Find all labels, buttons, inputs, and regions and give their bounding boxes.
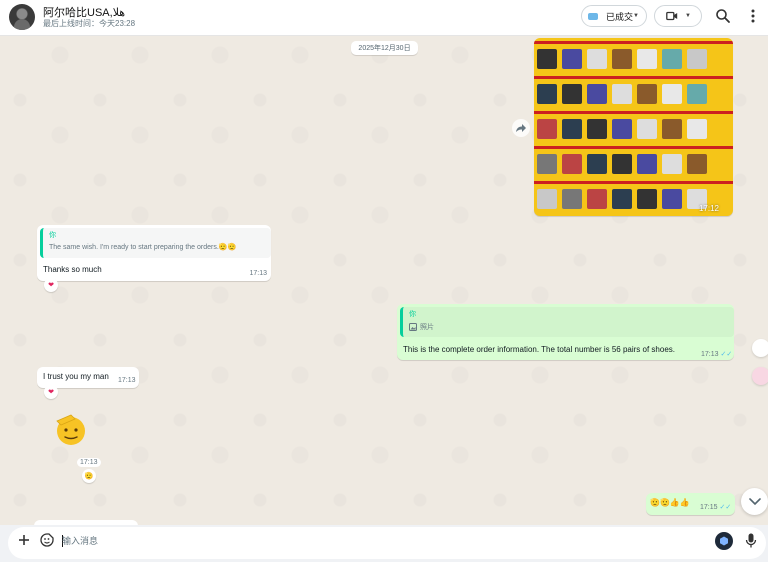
shoe-thumbnail bbox=[662, 49, 682, 69]
outgoing-message[interactable]: 🫡🫡👍👍 17:15 ✓✓ bbox=[646, 493, 735, 515]
quoted-message[interactable]: 你 照片 bbox=[400, 307, 734, 337]
shoe-thumbnail bbox=[537, 119, 557, 139]
quoted-message[interactable]: 你 The same wish. I'm ready to start prep… bbox=[40, 228, 271, 258]
image-row bbox=[534, 76, 733, 111]
shoe-thumbnail bbox=[612, 189, 632, 209]
ai-assistant-button[interactable] bbox=[715, 532, 733, 550]
shoe-thumbnail bbox=[637, 119, 657, 139]
image-row bbox=[534, 111, 733, 146]
shoe-thumbnail bbox=[537, 154, 557, 174]
deal-status-label: 已成交 bbox=[606, 11, 634, 22]
message-time: 17:13 ✓✓ bbox=[701, 350, 732, 358]
time-label: 17:13 bbox=[701, 351, 719, 358]
deal-status-dropdown[interactable]: 已成交 ▼ bbox=[581, 5, 647, 27]
read-ticks-icon: ✓✓ bbox=[719, 504, 732, 511]
shoe-thumbnail bbox=[537, 49, 557, 69]
quote-text: 照片 bbox=[420, 324, 434, 331]
read-ticks-icon: ✓✓ bbox=[720, 351, 733, 358]
message-text: I trust you my man bbox=[43, 372, 109, 381]
message-time: 17:15 ✓✓ bbox=[700, 503, 731, 511]
sticker-icon[interactable] bbox=[40, 533, 54, 547]
incoming-message[interactable]: 你 The same wish. I'm ready to start prep… bbox=[37, 225, 271, 281]
shoe-thumbnail bbox=[612, 84, 632, 104]
forward-button[interactable] bbox=[512, 119, 530, 137]
message-time: 17:13 bbox=[118, 377, 136, 384]
message-input[interactable] bbox=[62, 534, 702, 548]
message-text: This is the complete order information. … bbox=[403, 345, 675, 354]
video-camera-icon bbox=[666, 11, 678, 21]
message-text: Thanks so much bbox=[43, 265, 102, 274]
image-row bbox=[534, 41, 733, 76]
emoji-reaction[interactable]: 🫡 bbox=[82, 469, 96, 483]
shoe-thumbnail bbox=[537, 84, 557, 104]
search-icon[interactable] bbox=[715, 8, 731, 24]
date-divider: 2025年12月30日 bbox=[351, 41, 418, 55]
chevron-down-icon: ▼ bbox=[685, 13, 691, 19]
chevron-down-icon bbox=[748, 497, 761, 505]
microphone-icon[interactable] bbox=[745, 533, 757, 548]
saluting-face-icon[interactable] bbox=[53, 411, 89, 447]
shoe-thumbnail bbox=[562, 119, 582, 139]
quick-action-button[interactable] bbox=[752, 339, 768, 357]
shoe-thumbnail bbox=[562, 49, 582, 69]
shoe-thumbnail bbox=[612, 119, 632, 139]
shoe-thumbnail bbox=[687, 49, 707, 69]
shoe-thumbnail bbox=[612, 49, 632, 69]
chat-header: 阿尔哈比USA,هلا 最后上线时间：今天23:28 已成交 ▼ ▼ bbox=[0, 0, 768, 36]
shoe-thumbnail bbox=[662, 84, 682, 104]
shoe-thumbnail bbox=[687, 119, 707, 139]
shoe-thumbnail bbox=[537, 189, 557, 209]
heart-reaction[interactable]: ❤ bbox=[44, 278, 58, 292]
shoe-thumbnail bbox=[687, 84, 707, 104]
shoe-thumbnail bbox=[637, 49, 657, 69]
image-row bbox=[534, 146, 733, 181]
shoe-thumbnail bbox=[687, 154, 707, 174]
video-call-button[interactable]: ▼ bbox=[654, 5, 702, 27]
more-vertical-icon[interactable] bbox=[747, 8, 759, 24]
plus-icon[interactable] bbox=[18, 534, 30, 546]
shoe-thumbnail bbox=[587, 49, 607, 69]
outgoing-message[interactable]: 你 照片 This is the complete order informat… bbox=[397, 304, 734, 360]
chevron-down-icon: ▼ bbox=[633, 13, 639, 19]
order-sheet-image bbox=[534, 38, 733, 216]
shoe-thumbnail bbox=[587, 119, 607, 139]
heart-reaction[interactable]: ❤ bbox=[44, 385, 58, 399]
message-time: 17:12 bbox=[698, 204, 719, 213]
shoe-thumbnail bbox=[587, 84, 607, 104]
shoe-thumbnail bbox=[637, 189, 657, 209]
time-label: 17:15 bbox=[700, 504, 718, 511]
shoe-thumbnail bbox=[587, 154, 607, 174]
image-message[interactable]: 17:12 bbox=[534, 38, 733, 216]
shoe-thumbnail bbox=[662, 154, 682, 174]
last-seen-status: 最后上线时间：今天23:28 bbox=[43, 19, 136, 28]
quote-author: 你 bbox=[409, 311, 416, 318]
shoe-thumbnail bbox=[562, 84, 582, 104]
quote-author: 你 bbox=[49, 232, 56, 239]
shoe-thumbnail bbox=[662, 189, 682, 209]
message-time: 17:13 bbox=[249, 270, 267, 277]
shoe-thumbnail bbox=[587, 189, 607, 209]
scroll-to-bottom-button[interactable] bbox=[741, 488, 768, 515]
shoe-thumbnail bbox=[637, 84, 657, 104]
message-text: 🫡🫡👍👍 bbox=[650, 498, 690, 507]
message-time: 17:13 bbox=[77, 458, 101, 467]
shoe-thumbnail bbox=[637, 154, 657, 174]
shoe-thumbnail bbox=[662, 119, 682, 139]
shoe-thumbnail bbox=[562, 189, 582, 209]
sticker-shortcut-button[interactable] bbox=[752, 367, 768, 385]
quote-text: The same wish. I'm ready to start prepar… bbox=[49, 244, 237, 251]
contact-avatar[interactable] bbox=[9, 4, 35, 30]
shoe-thumbnail bbox=[562, 154, 582, 174]
ai-hexagon-icon bbox=[720, 536, 728, 546]
shoe-thumbnail bbox=[612, 154, 632, 174]
photo-icon bbox=[409, 323, 417, 331]
label-tag-icon bbox=[588, 12, 598, 20]
forward-icon bbox=[516, 124, 526, 132]
